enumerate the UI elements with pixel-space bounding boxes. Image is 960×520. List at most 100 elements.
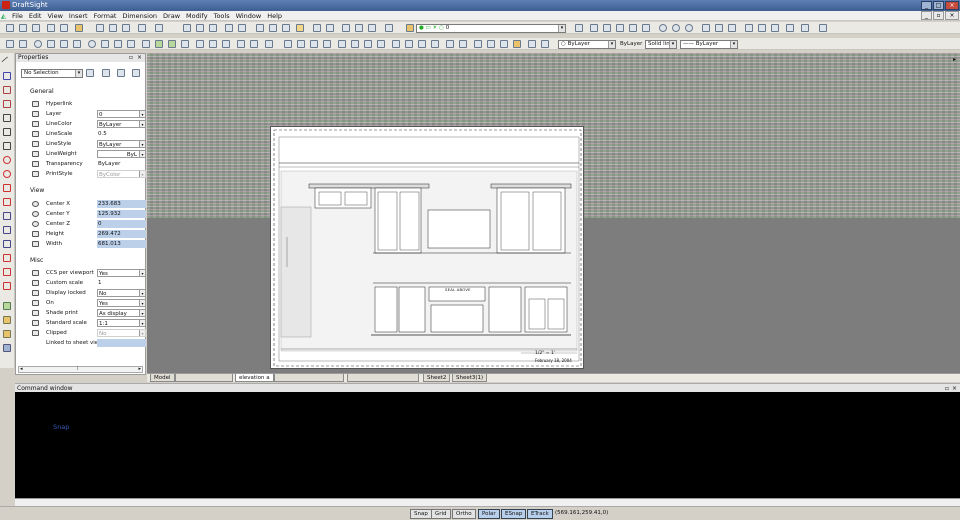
prop-row-center-y[interactable]: Center Y 125.932 <box>30 209 146 219</box>
prop-row-center-x[interactable]: Center X 233.683 <box>30 199 146 209</box>
drawing-canvas[interactable]: SEAL ABOVE 1/2" = 1' February 18, 2004 ▸ <box>147 53 960 373</box>
region-icon[interactable] <box>209 40 217 48</box>
prop-row-linescale[interactable]: LineScale 0.5 <box>30 129 146 139</box>
color-wheel-icon[interactable] <box>541 40 549 48</box>
dim-continue-icon[interactable] <box>629 24 637 32</box>
prop-value[interactable]: 233.683 <box>97 200 146 208</box>
command-window[interactable]: Snap <box>15 392 960 498</box>
select-objects-icon[interactable] <box>102 69 110 77</box>
pencil-tool-icon[interactable] <box>3 254 11 262</box>
circle-3p-icon[interactable] <box>3 170 11 178</box>
close-button[interactable]: × <box>945 1 959 10</box>
sketch-icon[interactable] <box>127 40 135 48</box>
ortho-toggle[interactable]: Ortho <box>452 509 476 519</box>
prop-value[interactable]: ByL ▾ <box>97 150 146 158</box>
multiline-icon[interactable] <box>3 100 11 108</box>
menu-draw[interactable]: Draw <box>160 11 183 21</box>
trim-icon[interactable] <box>418 40 426 48</box>
prop-row-linecolor[interactable]: LineColor ByLayer ▾ <box>30 119 146 129</box>
measure-icon[interactable] <box>819 24 827 32</box>
blocks-icon[interactable] <box>155 24 163 32</box>
maximize-button[interactable]: □ <box>933 1 944 10</box>
rotate-icon[interactable] <box>364 40 372 48</box>
dim-center-icon[interactable] <box>745 24 753 32</box>
polyline-tool-icon[interactable] <box>3 114 11 122</box>
filter-icon[interactable] <box>132 69 140 77</box>
table-icon[interactable] <box>181 40 189 48</box>
prop-value[interactable]: 681.013 <box>97 240 146 248</box>
menu-tools[interactable]: Tools <box>211 11 233 21</box>
ring-icon[interactable] <box>237 40 245 48</box>
prop-row-height[interactable]: Height 269.472 <box>30 229 146 239</box>
close-icon[interactable]: × <box>137 54 142 62</box>
prop-row-display-locked[interactable]: Display locked No ▾ <box>30 288 146 298</box>
dim-update-icon[interactable] <box>786 24 794 32</box>
join-icon[interactable] <box>459 40 467 48</box>
tab-sheet-b[interactable] <box>274 374 344 382</box>
menu-modify[interactable]: Modify <box>183 11 211 21</box>
quick-select-icon[interactable] <box>86 69 94 77</box>
prop-value[interactable]: 0.5 <box>97 130 146 138</box>
zoom-fit-icon[interactable] <box>385 24 393 32</box>
match-properties-icon[interactable] <box>138 24 146 32</box>
hatch-tool-icon[interactable] <box>3 198 11 206</box>
tab-sheet-c[interactable] <box>347 374 419 382</box>
attach-tool-icon[interactable] <box>3 330 11 338</box>
offset-tool-icon[interactable] <box>3 268 11 276</box>
dim-radius-icon[interactable] <box>659 24 667 32</box>
layer-prev-icon[interactable] <box>575 24 583 32</box>
tee-icon[interactable] <box>3 128 11 136</box>
dimension-tool-icon[interactable] <box>3 212 11 220</box>
ray-icon[interactable] <box>3 86 11 94</box>
pattern-icon[interactable] <box>338 40 346 48</box>
wipeout-icon[interactable] <box>222 40 230 48</box>
prop-row-linked[interactable]: Linked to sheet view <box>30 338 146 348</box>
prop-row-linestyle[interactable]: LineStyle ByLayer ▾ <box>30 139 146 149</box>
save-icon[interactable] <box>32 24 40 32</box>
linestyle-combo[interactable]: Solid line ▾ <box>645 40 677 49</box>
canvas-resize-icon[interactable]: ▸ <box>953 56 956 63</box>
lengthen-icon[interactable] <box>405 40 413 48</box>
dim-leader-icon[interactable] <box>715 24 723 32</box>
tab-sheet2[interactable]: Sheet2 <box>423 374 451 382</box>
rectangle-icon[interactable] <box>47 40 55 48</box>
paste-drawing-icon[interactable] <box>282 24 290 32</box>
circle-tool-icon[interactable] <box>3 156 11 164</box>
etrack-toggle[interactable]: ETrack <box>527 509 553 519</box>
redo-icon[interactable] <box>326 24 334 32</box>
image-tool-icon[interactable] <box>3 316 11 324</box>
polyline-icon[interactable] <box>19 40 27 48</box>
dim-arc-icon[interactable] <box>685 24 693 32</box>
copy-entity-icon[interactable] <box>297 40 305 48</box>
undo-icon[interactable] <box>313 24 321 32</box>
print-icon[interactable] <box>47 24 55 32</box>
revision-cloud-icon[interactable] <box>114 40 122 48</box>
offset-icon[interactable] <box>323 40 331 48</box>
make-block-icon[interactable] <box>168 40 176 48</box>
insert-block-icon[interactable] <box>155 40 163 48</box>
erase-icon[interactable] <box>284 40 292 48</box>
explode-icon[interactable] <box>500 40 508 48</box>
prop-value[interactable]: Yes ▾ <box>97 299 146 307</box>
extend-icon[interactable] <box>431 40 439 48</box>
minimize-button[interactable]: _ <box>921 1 932 10</box>
layer-icon[interactable] <box>406 24 414 32</box>
print-preview-icon[interactable] <box>238 24 246 32</box>
text-icon[interactable] <box>265 40 273 48</box>
float-icon[interactable]: ▫ <box>129 54 133 62</box>
command-input[interactable] <box>15 498 960 506</box>
preview-icon[interactable] <box>60 24 68 32</box>
break-icon[interactable] <box>446 40 454 48</box>
mtext-icon[interactable] <box>250 40 258 48</box>
lineweight-combo[interactable]: —— ByLayer ▾ <box>680 40 738 49</box>
color-combo[interactable]: ○ ByLayer ▾ <box>558 40 616 49</box>
cut-drawing-icon[interactable] <box>256 24 264 32</box>
doc-minimize-button[interactable]: _ <box>921 11 932 20</box>
prop-value[interactable]: 0 <box>97 220 146 228</box>
print-drawing-icon[interactable] <box>225 24 233 32</box>
menu-view[interactable]: View <box>44 11 65 21</box>
block-editor-icon[interactable] <box>528 40 536 48</box>
dim-diameter-icon[interactable] <box>672 24 680 32</box>
cut-icon[interactable] <box>96 24 104 32</box>
dim-angle-icon[interactable] <box>642 24 650 32</box>
